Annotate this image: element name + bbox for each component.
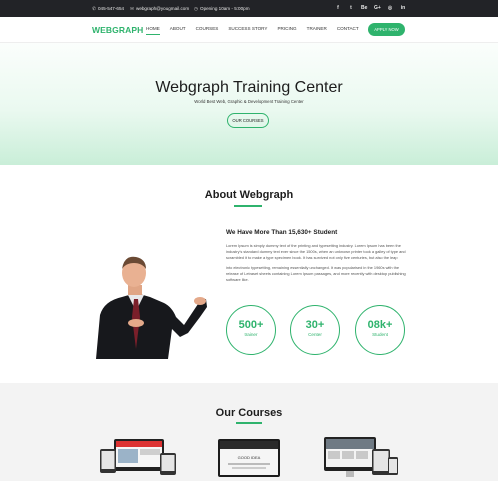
clock-icon: ◷ [194,5,199,11]
hero-section: Webgraph Training Center World Best Web,… [0,43,498,165]
instagram-icon[interactable]: ◎ [387,5,393,11]
about-paragraph-2: into electronic typesetting, remaining e… [226,265,406,282]
behance-icon[interactable]: Be [361,5,367,11]
phone-icon: ✆ [92,5,96,11]
nav-success-story[interactable]: SUCCESS STORY [228,26,267,35]
courses-title: Our Courses [215,407,283,419]
stat-label: Student [372,332,388,337]
nav-contact[interactable]: CONTACT [337,26,359,35]
presenter-image [96,256,207,359]
apply-now-button[interactable]: APPLY NOW [368,23,405,36]
social-links: f t Be G+ ◎ in [335,5,406,11]
google-plus-icon[interactable]: G+ [374,5,381,11]
facebook-icon[interactable]: f [335,5,341,11]
logo[interactable]: WEBGRAPH [92,25,143,35]
about-section: About Webgraph We Have More Than 15,630+… [0,165,498,383]
hero-title: Webgraph Training Center [155,79,343,96]
about-content: We Have More Than 15,630+ Student Lorem … [226,229,406,288]
twitter-icon[interactable]: t [348,5,354,11]
nav-home[interactable]: HOME [146,26,160,35]
top-bar: ✆ 045-547-654 ✉ webgraph@yougmail.com ◷ … [0,0,498,17]
course-device-mockup-1[interactable] [98,435,180,481]
hours-text: Opening 10am - 5:00pm [200,6,250,11]
nav-pricing[interactable]: PRICING [277,26,296,35]
envelope-icon: ✉ [130,5,134,11]
email-info[interactable]: ✉ webgraph@yougmail.com [130,6,189,11]
course-device-mockup-2[interactable]: GOOD IDEA [214,435,284,481]
about-paragraph-1: Lorem Ipsum is simply dummy text of the … [226,243,406,260]
phone-info: ✆ 045-547-654 [92,6,124,11]
hero-subtitle: World Best Web, Graphic & Development Tr… [194,99,304,104]
about-heading: We Have More Than 15,630+ Student [226,229,338,236]
nav-about[interactable]: ABOUT [170,26,186,35]
stat-student: 08k+ Student [355,305,405,355]
courses-title-underline [236,422,262,424]
stat-label: trainer [244,332,258,337]
hours-info: ◷ Opening 10am - 5:00pm [194,6,250,11]
site-header: WEBGRAPH HOME ABOUT COURSES SUCCESS STOR… [0,17,498,43]
main-nav: HOME ABOUT COURSES SUCCESS STORY PRICING… [146,26,369,35]
stat-trainer: 500+ trainer [226,305,276,355]
stat-label: Center [308,332,322,337]
about-title: About Webgraph [204,189,294,201]
our-courses-button[interactable]: OUR COURSES [227,113,269,128]
nav-trainer[interactable]: TRAINER [307,26,327,35]
course-device-mockup-3[interactable] [318,435,400,481]
phone-text: 045-547-654 [98,6,125,11]
courses-section: Our Courses GOOD IDEA [0,383,498,481]
stat-center: 30+ Center [290,305,340,355]
mockup-caption: GOOD IDEA [238,455,261,460]
stat-value: 30+ [305,319,325,331]
email-text[interactable]: webgraph@yougmail.com [136,6,189,11]
about-title-underline [234,205,262,207]
nav-courses[interactable]: COURSES [196,26,219,35]
stat-value: 500+ [238,319,264,331]
stat-value: 08k+ [367,319,393,331]
linkedin-icon[interactable]: in [400,5,406,11]
